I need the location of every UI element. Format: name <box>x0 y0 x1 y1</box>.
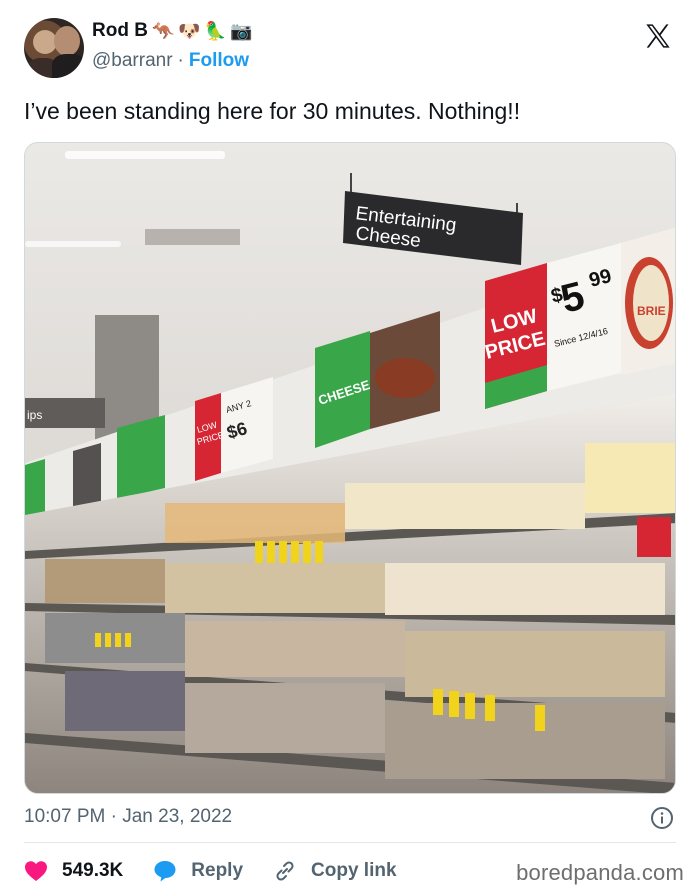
display-name[interactable]: Rod B <box>92 20 148 42</box>
brie-label: BRIE <box>637 304 666 318</box>
handle-row: @barranr · Follow <box>92 50 249 72</box>
avatar[interactable] <box>24 18 84 78</box>
like-count: 549.3K <box>62 860 124 881</box>
user-handle[interactable]: @barranr <box>92 50 173 72</box>
supermarket-cheese-aisle-image: ips Entertaining Cheese CHEESE LOW PRICE… <box>25 143 675 793</box>
tweet-timestamp[interactable]: 10:07 PM · Jan 23, 2022 <box>24 806 232 828</box>
x-logo-icon[interactable] <box>644 22 672 50</box>
divider <box>24 842 676 843</box>
handle-separator: · <box>177 50 184 71</box>
tweet-text: I’ve been standing here for 30 minutes. … <box>24 98 521 124</box>
name-row: Rod B 🦘 🐶 🦜 📷 <box>92 20 252 42</box>
camera-emoji-icon: 📷 <box>229 21 253 41</box>
red-shelf-tag <box>637 517 671 557</box>
tweet-photo[interactable]: ips Entertaining Cheese CHEESE LOW PRICE… <box>24 142 676 794</box>
parrot-emoji-icon: 🦜 <box>203 21 227 41</box>
reply-label: Reply <box>191 860 244 881</box>
like-button[interactable]: 549.3K <box>24 860 123 882</box>
copy-link-button[interactable]: Copy link <box>273 859 397 883</box>
heart-icon <box>25 861 47 881</box>
avatar-face <box>54 26 80 56</box>
copy-link-label: Copy link <box>311 860 397 881</box>
watermark: boredpanda.com <box>516 860 684 885</box>
info-icon[interactable] <box>650 806 674 830</box>
link-icon <box>276 861 294 881</box>
ceiling-light <box>25 241 121 247</box>
follow-button[interactable]: Follow <box>189 50 249 72</box>
ceiling-light <box>65 151 225 159</box>
reply-button[interactable]: Reply <box>153 859 243 883</box>
tweet-header: Rod B 🦘 🐶 🦜 📷 @barranr · Follow <box>24 18 676 80</box>
dog-emoji-icon: 🐶 <box>177 21 201 41</box>
speech-bubble-icon <box>154 861 176 882</box>
kangaroo-emoji-icon: 🦘 <box>151 21 175 41</box>
ceiling-vent <box>145 229 240 245</box>
back-wall-sign-text: ips <box>27 408 42 422</box>
action-bar: 549.3K Reply Copy link <box>24 856 427 886</box>
avatar-shoulder-right <box>52 54 84 78</box>
